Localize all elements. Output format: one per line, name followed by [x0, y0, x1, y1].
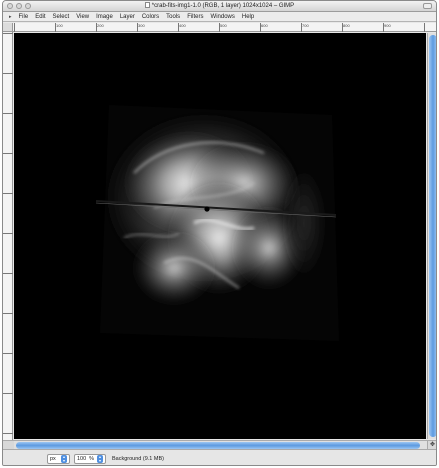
- toolbar-toggle-button[interactable]: [423, 3, 432, 9]
- ruler-tick: [3, 33, 13, 34]
- unit-dropdown-icon[interactable]: ▴ ▾: [61, 454, 67, 463]
- ruler-tick: [137, 23, 138, 32]
- ruler-tick: [424, 23, 425, 32]
- gimp-image-window: *crab-fits-img1-1.0 (RGB, 1 layer) 1024x…: [2, 0, 437, 466]
- menu-select[interactable]: Select: [53, 14, 70, 20]
- ruler-tick: [55, 23, 56, 32]
- close-window-button[interactable]: [7, 3, 13, 9]
- crab-nebula-image: [14, 33, 426, 439]
- unit-select[interactable]: px ▴ ▾: [47, 453, 70, 464]
- window-title: *crab-fits-img1-1.0 (RGB, 1 layer) 1024x…: [151, 3, 295, 9]
- ruler-tick: [3, 313, 13, 314]
- document-icon: [144, 2, 150, 8]
- ruler-tick: [3, 233, 13, 234]
- ruler-label-700: 700: [302, 23, 309, 28]
- menu-arrow-icon[interactable]: ▸: [9, 14, 12, 20]
- menu-layer[interactable]: Layer: [120, 14, 135, 20]
- menu-help[interactable]: Help: [242, 14, 254, 20]
- menu-edit[interactable]: Edit: [35, 14, 45, 20]
- ruler-label-900: 900: [384, 23, 391, 28]
- ruler-label-500: 500: [220, 23, 227, 28]
- ruler-label-600: 600: [261, 23, 268, 28]
- horizontal-scrollbar[interactable]: [14, 440, 427, 449]
- ruler-tick: [3, 73, 13, 74]
- ruler-corner: [3, 23, 13, 32]
- zoom-window-button[interactable]: [25, 3, 31, 9]
- unit-value: px: [50, 455, 56, 462]
- zoom-select[interactable]: 100 % ▴ ▾: [74, 453, 106, 464]
- ruler-tick: [178, 23, 179, 32]
- ruler-tick: [301, 23, 302, 32]
- window-controls: [7, 3, 31, 9]
- ruler-tick: [342, 23, 343, 32]
- title-bar[interactable]: *crab-fits-img1-1.0 (RGB, 1 layer) 1024x…: [3, 1, 436, 12]
- ruler-tick: [3, 113, 13, 114]
- zoom-dropdown-icon[interactable]: ▴ ▾: [96, 454, 103, 463]
- navigate-icon[interactable]: ✥: [427, 440, 436, 449]
- minimize-window-button[interactable]: [16, 3, 22, 9]
- menu-filters[interactable]: Filters: [187, 14, 203, 20]
- ruler-tick: [3, 193, 13, 194]
- ruler-tick: [96, 23, 97, 32]
- status-message: Background (9.1 MB): [112, 455, 164, 462]
- ruler-tick: [3, 393, 13, 394]
- ruler-tick: [3, 433, 13, 434]
- menu-colors[interactable]: Colors: [142, 14, 159, 20]
- menu-file[interactable]: File: [19, 14, 29, 20]
- menu-bar: ▸ File Edit Select View Image Layer Colo…: [3, 12, 436, 22]
- ruler-label-100: 100: [56, 23, 63, 28]
- image-canvas[interactable]: [14, 33, 426, 439]
- zoom-unit: %: [89, 455, 95, 462]
- vertical-scroll-thumb[interactable]: [429, 35, 436, 437]
- ruler-tick: [3, 273, 13, 274]
- vertical-ruler[interactable]: [3, 32, 13, 440]
- zoom-value: 100: [77, 455, 87, 462]
- ruler-tick: [260, 23, 261, 32]
- horizontal-ruler[interactable]: 100 200 300 400 500 600 700 800 900: [13, 23, 436, 32]
- vertical-scrollbar[interactable]: [427, 33, 436, 439]
- ruler-label-800: 800: [343, 23, 350, 28]
- ruler-tick: [3, 353, 13, 354]
- quick-mask-toggle[interactable]: [3, 440, 14, 449]
- status-bar: px ▴ ▾ 100 % ▴ ▾ Background (9.1 MB): [3, 449, 436, 465]
- ruler-label-200: 200: [97, 23, 104, 28]
- horizontal-scroll-thumb[interactable]: [16, 442, 420, 449]
- ruler-tick: [14, 23, 15, 32]
- menu-image[interactable]: Image: [96, 14, 113, 20]
- ruler-tick: [383, 23, 384, 32]
- ruler-tick: [3, 153, 13, 154]
- ruler-tick: [219, 23, 220, 32]
- menu-view[interactable]: View: [76, 14, 89, 20]
- menu-windows[interactable]: Windows: [211, 14, 235, 20]
- menu-tools[interactable]: Tools: [166, 14, 180, 20]
- ruler-label-300: 300: [138, 23, 145, 28]
- ruler-label-400: 400: [179, 23, 186, 28]
